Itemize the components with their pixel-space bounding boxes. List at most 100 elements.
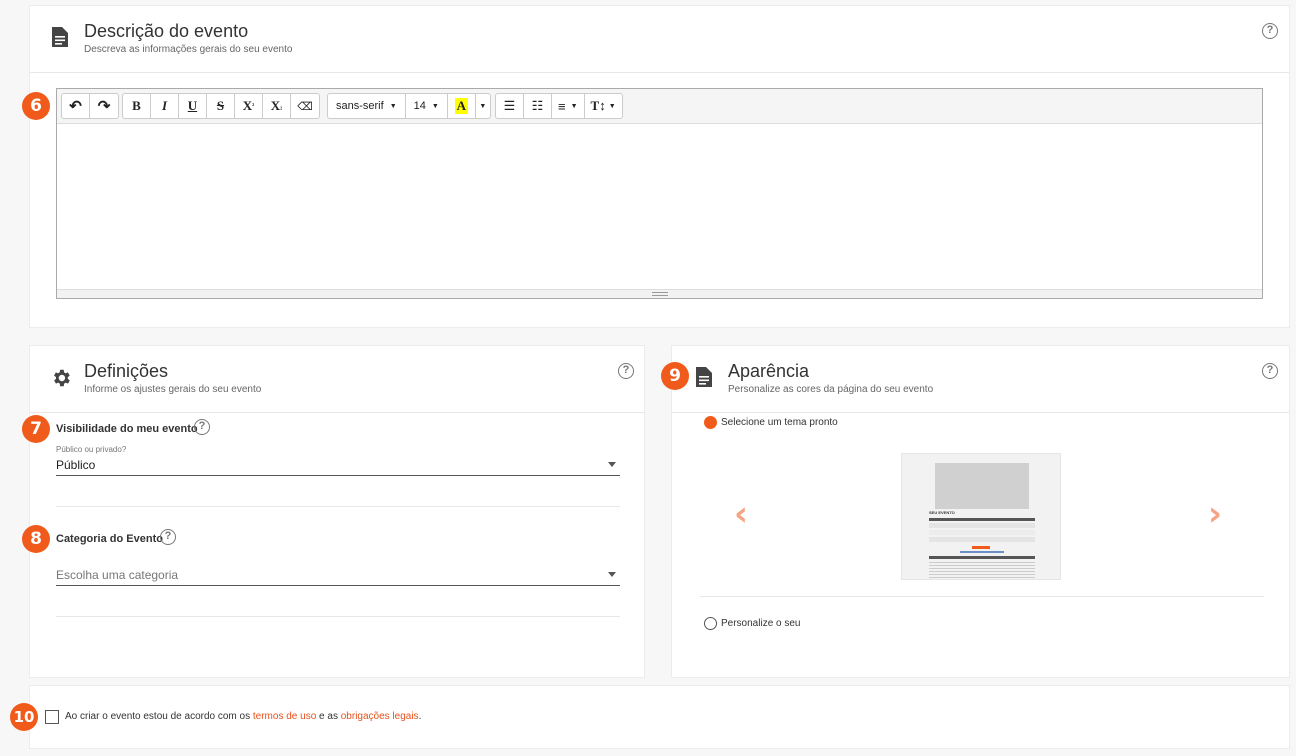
help-icon[interactable]: ?	[194, 419, 210, 435]
help-icon[interactable]: ?	[1262, 23, 1278, 39]
numbered-list-icon[interactable]: ☷	[524, 94, 552, 118]
category-select[interactable]: Escolha uma categoria	[56, 568, 178, 582]
category-underline	[56, 585, 620, 586]
preview-banner	[935, 463, 1029, 509]
align-icon: ≡	[558, 98, 566, 114]
step-badge-7: 7	[22, 415, 50, 443]
visibility-select[interactable]: Público	[56, 458, 95, 472]
subscript-mark: ₂	[280, 102, 283, 110]
paragraph-group: ☰ ☷ ≡ ▼ T↕ ▼	[495, 93, 623, 119]
visibility-title: Visibilidade do meu evento	[56, 423, 198, 435]
custom-radio[interactable]	[704, 617, 717, 630]
settings-title: Definições	[84, 361, 169, 381]
bulleted-list-icon[interactable]: ☰	[496, 94, 524, 118]
font-family-value: sans-serif	[336, 100, 384, 112]
appearance-title: Aparência	[728, 361, 810, 381]
help-icon[interactable]: ?	[618, 363, 634, 379]
align-dropdown[interactable]: ≡ ▼	[552, 94, 585, 118]
numbered-list-glyph: ☷	[531, 98, 544, 113]
preview-section-bar	[929, 556, 1035, 559]
preview-event-title: SEU EVENTO	[929, 510, 955, 515]
appearance-subtitle: Personalize as cores da página do seu ev…	[728, 384, 934, 395]
line-height-icon: T↕	[590, 98, 606, 113]
strikethrough-button[interactable]: S	[207, 94, 235, 118]
eraser-icon[interactable]: ⌫	[291, 94, 319, 118]
superscript-button[interactable]: X²	[235, 94, 263, 118]
underline-button[interactable]: U	[179, 94, 207, 118]
description-subtitle: Descreva as informações gerais do seu ev…	[84, 44, 293, 55]
preview-text	[929, 562, 1035, 579]
font-group: sans-serif ▼ 14 ▼ A ▼	[327, 93, 491, 119]
editor-content-area[interactable]	[57, 125, 1262, 289]
chevron-down-icon: ▼	[608, 102, 616, 110]
preview-row	[929, 530, 1035, 535]
subscript-letter: X	[270, 98, 281, 113]
appearance-card: Aparência Personalize as cores da página…	[671, 345, 1290, 678]
divider	[30, 412, 644, 413]
undo-button[interactable]: ↶	[62, 94, 90, 118]
editor-resize-handle[interactable]	[57, 289, 1262, 298]
description-title: Descrição do evento	[84, 21, 249, 41]
terms-text-before: Ao criar o evento estou de acordo com os	[65, 711, 253, 722]
divider	[700, 596, 1264, 597]
font-size-value: 14	[413, 100, 426, 112]
format-group: B I U S X² X₂ ⌫	[122, 93, 320, 119]
settings-subtitle: Informe os ajustes gerais do seu evento	[84, 384, 262, 395]
category-title: Categoria do Evento	[56, 533, 163, 545]
chevron-down-icon: ▼	[431, 102, 439, 110]
theme-preview-thumbnail[interactable]: SEU EVENTO	[901, 453, 1061, 580]
font-family-dropdown[interactable]: sans-serif ▼	[328, 94, 406, 118]
font-size-dropdown[interactable]: 14 ▼	[406, 94, 448, 118]
terms-text-middle: e as	[316, 711, 341, 722]
help-icon[interactable]: ?	[1262, 363, 1278, 379]
visibility-underline	[56, 475, 620, 476]
chevron-down-icon: ▼	[389, 102, 397, 110]
redo-button[interactable]: ↷	[90, 94, 118, 118]
theme-radio-label: Selecione um tema pronto	[721, 417, 838, 428]
preview-share-bar	[960, 551, 1004, 553]
preview-row	[929, 537, 1035, 542]
text-color-dropdown[interactable]: ▼	[476, 94, 490, 118]
preview-button	[972, 546, 990, 549]
legal-obligations-link[interactable]: obrigações legais	[341, 711, 419, 722]
resize-grip-icon	[651, 292, 668, 296]
superscript-letter: X	[242, 98, 253, 113]
bulleted-list-glyph: ☰	[503, 98, 516, 113]
history-group: ↶ ↷	[61, 93, 119, 119]
document-icon	[52, 27, 68, 52]
divider	[56, 616, 620, 617]
help-icon[interactable]: ?	[160, 529, 176, 545]
theme-radio[interactable]	[704, 416, 717, 429]
terms-of-use-link[interactable]: termos de uso	[253, 711, 316, 722]
chevron-left-icon[interactable]: ‹	[734, 494, 748, 534]
bold-button[interactable]: B	[123, 94, 151, 118]
chevron-down-icon[interactable]	[608, 462, 616, 467]
step-badge-8: 8	[22, 525, 50, 553]
divider	[30, 72, 1289, 73]
eraser-glyph: ⌫	[297, 100, 313, 113]
visibility-label: Público ou privado?	[56, 445, 127, 454]
text-color-icon: A	[454, 98, 468, 114]
editor-toolbar: ↶ ↷ B I U S X² X₂ ⌫ sans-serif ▼ 14 ▼ A ▼ …	[57, 89, 1262, 124]
divider	[672, 412, 1289, 413]
terms-text-after: .	[418, 711, 422, 722]
visibility-title-text: Visibilidade do meu evento	[56, 423, 198, 435]
preview-table-header	[929, 518, 1035, 521]
category-title-text: Categoria do Evento	[56, 533, 163, 545]
chevron-down-icon[interactable]	[608, 572, 616, 577]
settings-card: Definições Informe os ajustes gerais do …	[29, 345, 645, 678]
gear-icon	[50, 367, 72, 394]
subscript-button[interactable]: X₂	[263, 94, 291, 118]
step-badge-9: 9	[661, 362, 689, 390]
chevron-right-icon[interactable]: ›	[1208, 494, 1222, 534]
custom-radio-label: Personalize o seu	[721, 618, 801, 629]
chevron-down-icon: ▼	[479, 102, 487, 110]
preview-row	[929, 523, 1035, 528]
chevron-down-icon: ▼	[570, 102, 578, 110]
italic-button[interactable]: I	[151, 94, 179, 118]
line-height-dropdown[interactable]: T↕ ▼	[585, 94, 622, 118]
step-badge-10: 10	[10, 703, 38, 731]
text-color-button[interactable]: A	[448, 94, 476, 118]
terms-checkbox[interactable]	[45, 710, 59, 724]
rich-text-editor: ↶ ↷ B I U S X² X₂ ⌫ sans-serif ▼ 14 ▼ A ▼ …	[56, 88, 1263, 299]
